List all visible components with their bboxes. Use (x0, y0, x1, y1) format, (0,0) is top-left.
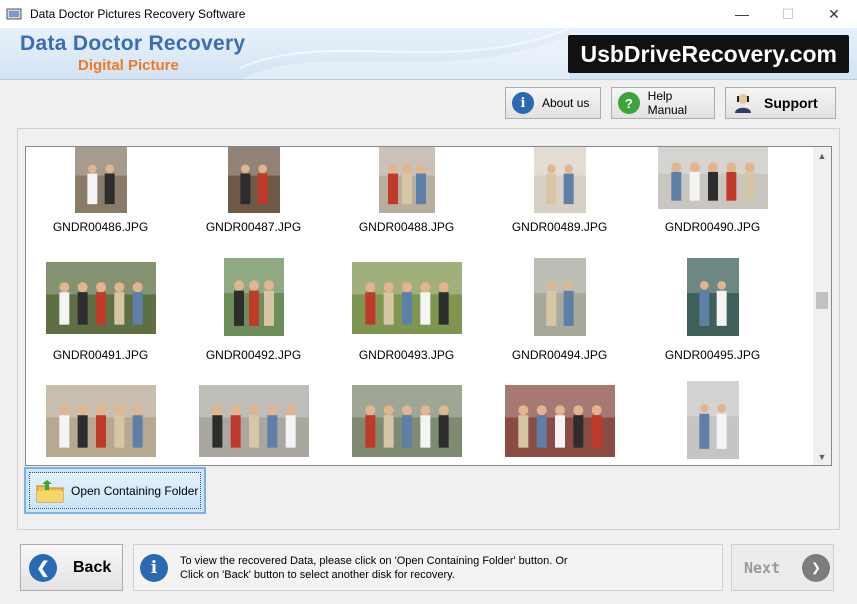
open-folder-label: Open Containing Folder (71, 483, 199, 498)
photo-image (45, 385, 156, 457)
file-name: GNDR00487.JPG (205, 220, 302, 234)
file-name: GNDR00495.JPG (664, 348, 761, 362)
instructions-box: i To view the recovered Data, please cli… (133, 544, 723, 591)
instruction-line-1: To view the recovered Data, please click… (180, 554, 568, 567)
back-button[interactable]: ❮ Back (20, 544, 123, 591)
photo-image (45, 262, 156, 334)
brand-title: Data Doctor Recovery (20, 32, 246, 55)
site-logo: UsbDriveRecovery.com (568, 35, 849, 73)
window-title: Data Doctor Pictures Recovery Software (30, 7, 246, 21)
file-item[interactable]: GNDR00488.JPG (332, 147, 485, 267)
help-question-icon: ? (618, 92, 640, 114)
grid-scrollbar[interactable]: ▲ ▼ (813, 147, 831, 465)
about-us-label: About us (542, 96, 590, 110)
back-arrow-icon: ❮ (29, 553, 57, 582)
file-name: GNDR00486.JPG (52, 220, 149, 234)
brand-subtitle: Digital Picture (78, 57, 179, 74)
next-label: Next (744, 558, 781, 577)
minimize-button[interactable]: — (719, 0, 765, 28)
file-name: GNDR00489.JPG (511, 220, 608, 234)
app-icon (6, 8, 22, 20)
banner-wave-decoration (240, 28, 570, 79)
support-button[interactable]: Support (725, 87, 836, 119)
header-banner: Data Doctor Recovery Digital Picture Usb… (0, 28, 857, 80)
open-containing-folder-button[interactable]: Open Containing Folder (24, 467, 206, 514)
file-item[interactable]: GNDR00489.JPG (485, 147, 638, 267)
file-item[interactable]: GNDR00487.JPG (179, 147, 332, 267)
close-button[interactable]: ✕ (811, 0, 857, 28)
support-label: Support (764, 95, 818, 111)
photo-image (223, 258, 284, 336)
file-item[interactable]: GNDR00493.JPG (332, 262, 485, 382)
file-thumbnail[interactable] (74, 147, 127, 213)
file-thumbnail[interactable] (351, 262, 462, 334)
photo-image (533, 147, 586, 213)
instruction-line-2: Click on 'Back' button to select another… (180, 568, 455, 581)
file-name: GNDR00491.JPG (52, 348, 149, 362)
file-thumbnail[interactable] (686, 381, 739, 459)
photo-image (657, 147, 768, 209)
footer: ❮ Back i To view the recovered Data, ple… (0, 530, 857, 604)
file-item[interactable] (485, 385, 638, 465)
file-name: GNDR00490.JPG (664, 220, 761, 234)
file-thumbnail[interactable] (227, 147, 280, 213)
info-icon: i (512, 92, 534, 114)
file-thumbnail[interactable] (504, 385, 615, 457)
photo-image (74, 147, 127, 213)
photo-image (351, 262, 462, 334)
file-thumbnail[interactable] (533, 147, 586, 213)
photo-image (686, 258, 739, 336)
file-item[interactable] (638, 381, 791, 465)
photo-image (533, 258, 586, 336)
photo-image (686, 381, 739, 459)
title-bar: Data Doctor Pictures Recovery Software —… (0, 0, 857, 28)
scroll-up-icon[interactable]: ▲ (813, 147, 831, 164)
toolbar: i About us ? Help Manual Support (0, 80, 857, 128)
next-arrow-icon: ❯ (802, 553, 831, 582)
scrollbar-thumb[interactable] (816, 292, 828, 309)
maximize-button[interactable]: ☐ (765, 0, 811, 28)
about-us-button[interactable]: i About us (505, 87, 601, 119)
file-name: GNDR00493.JPG (358, 348, 455, 362)
file-item[interactable]: GNDR00495.JPG (638, 258, 791, 382)
next-button[interactable]: Next ❯ (731, 544, 834, 591)
file-thumbnail[interactable] (351, 385, 462, 457)
file-thumbnail[interactable] (686, 258, 739, 336)
file-thumbnail[interactable] (533, 258, 586, 336)
recovered-files-grid[interactable]: GNDR00486.JPG GNDR00487.JPG GNDR00488.JPG G… (25, 146, 832, 466)
file-item[interactable]: GNDR00492.JPG (179, 258, 332, 382)
back-label: Back (73, 558, 112, 576)
file-name: GNDR00488.JPG (358, 220, 455, 234)
scroll-down-icon[interactable]: ▼ (813, 448, 831, 465)
photo-image (351, 385, 462, 457)
file-thumbnail[interactable] (223, 258, 284, 336)
help-manual-label: Help Manual (647, 89, 688, 117)
folder-icon (36, 479, 64, 502)
file-thumbnail[interactable] (45, 262, 156, 334)
photo-image (227, 147, 280, 213)
photo-image (504, 385, 615, 457)
photo-image (378, 147, 435, 213)
file-name: GNDR00492.JPG (205, 348, 302, 362)
file-item[interactable]: GNDR00491.JPG (26, 262, 179, 382)
info-icon: i (140, 553, 168, 582)
photo-image (198, 385, 309, 457)
file-thumbnail[interactable] (45, 385, 156, 457)
file-item[interactable]: GNDR00490.JPG (638, 147, 791, 267)
file-thumbnail[interactable] (378, 147, 435, 213)
file-item[interactable]: GNDR00486.JPG (26, 147, 179, 267)
file-item[interactable]: GNDR00494.JPG (485, 258, 638, 382)
support-person-icon (735, 94, 751, 113)
file-thumbnail[interactable] (657, 147, 768, 209)
file-thumbnail[interactable] (198, 385, 309, 457)
file-name: GNDR00494.JPG (511, 348, 608, 362)
file-item[interactable] (179, 385, 332, 465)
help-manual-button[interactable]: ? Help Manual (611, 87, 715, 119)
file-item[interactable] (26, 385, 179, 465)
file-item[interactable] (332, 385, 485, 465)
